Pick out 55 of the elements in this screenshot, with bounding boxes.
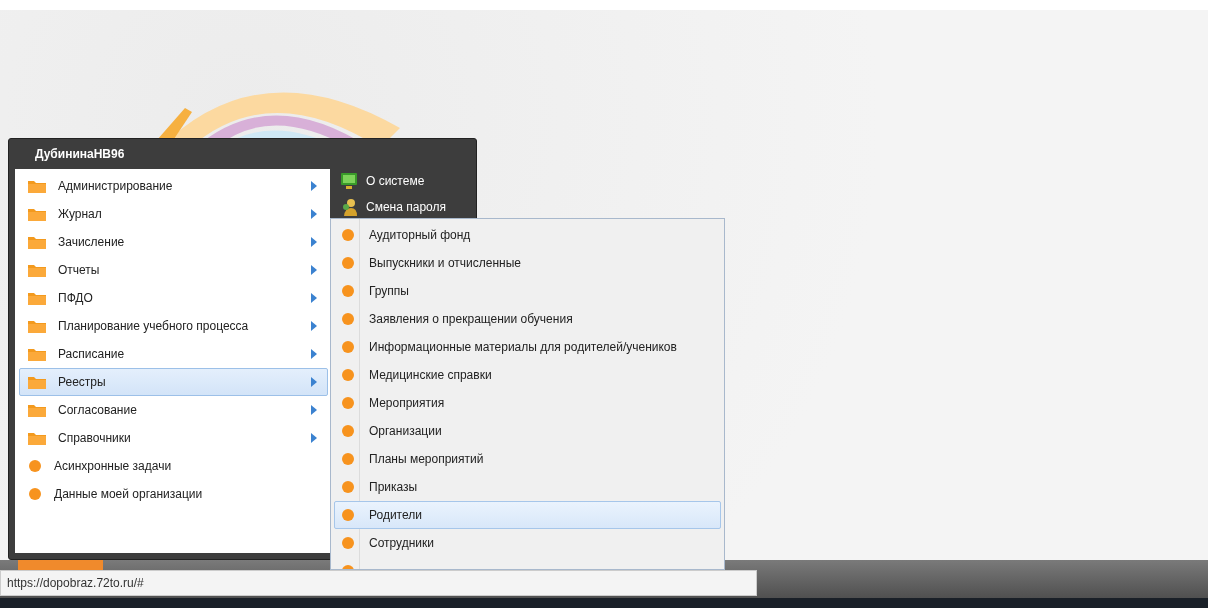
submenu-item[interactable]: Выпускники и отчисленные bbox=[334, 249, 721, 277]
menu-item[interactable]: Справочники bbox=[19, 424, 328, 452]
menu-item[interactable]: Данные моей организации bbox=[19, 480, 328, 508]
dot-icon bbox=[341, 536, 355, 550]
start-button[interactable] bbox=[18, 560, 103, 570]
folder-icon bbox=[28, 319, 46, 333]
dot-icon bbox=[341, 424, 355, 438]
dot-icon bbox=[341, 480, 355, 494]
status-url: https://dopobraz.72to.ru/# bbox=[0, 570, 757, 596]
menu-item[interactable]: Отчеты bbox=[19, 256, 328, 284]
dot-icon bbox=[341, 452, 355, 466]
menu-item[interactable]: Администрирование bbox=[19, 172, 328, 200]
submenu-item[interactable]: Группы bbox=[334, 277, 721, 305]
menu-item[interactable]: Расписание bbox=[19, 340, 328, 368]
dot-icon bbox=[341, 396, 355, 410]
folder-icon bbox=[28, 403, 46, 417]
dot-icon bbox=[341, 508, 355, 522]
submenu-item[interactable]: Информационные материалы для родителей/учеников bbox=[334, 333, 721, 361]
users-icon bbox=[340, 198, 358, 216]
dot-icon bbox=[28, 487, 42, 501]
folder-icon bbox=[28, 207, 46, 221]
folder-icon bbox=[28, 347, 46, 361]
dot-icon bbox=[341, 228, 355, 242]
menu-item[interactable]: Планирование учебного процесса bbox=[19, 312, 328, 340]
submenu-item[interactable]: Заявления о прекращении обучения bbox=[334, 305, 721, 333]
user-name: ДубининаНВ96 bbox=[34, 146, 126, 163]
dot-icon bbox=[341, 256, 355, 270]
folder-icon bbox=[28, 431, 46, 445]
folder-icon bbox=[28, 179, 46, 193]
menu-item[interactable]: Зачисление bbox=[19, 228, 328, 256]
folder-icon bbox=[28, 235, 46, 249]
submenu-item[interactable]: Приказы bbox=[334, 473, 721, 501]
dot-icon bbox=[341, 340, 355, 354]
menu-item[interactable]: Асинхронные задачи bbox=[19, 452, 328, 480]
dot-icon bbox=[341, 284, 355, 298]
submenu-item[interactable]: Аудиторный фонд bbox=[334, 221, 721, 249]
menu-item[interactable]: Реестры bbox=[19, 368, 328, 396]
submenu-item[interactable]: Мероприятия bbox=[334, 389, 721, 417]
folder-icon bbox=[28, 263, 46, 277]
folder-icon bbox=[28, 291, 46, 305]
side-link[interactable]: Смена пароля bbox=[340, 195, 446, 219]
dot-icon bbox=[341, 312, 355, 326]
menu-item[interactable]: Журнал bbox=[19, 200, 328, 228]
submenu-item[interactable]: Сотрудники bbox=[334, 529, 721, 557]
submenu-item[interactable]: Организации bbox=[334, 417, 721, 445]
dot-icon bbox=[341, 368, 355, 382]
menu-item[interactable]: ПФДО bbox=[19, 284, 328, 312]
submenu-item[interactable]: Родители bbox=[334, 501, 721, 529]
submenu-item[interactable]: Планы мероприятий bbox=[334, 445, 721, 473]
menu-item[interactable]: Согласование bbox=[19, 396, 328, 424]
dot-icon bbox=[28, 459, 42, 473]
monitor-icon bbox=[340, 172, 358, 190]
submenu-item[interactable]: Медицинские справки bbox=[334, 361, 721, 389]
side-link[interactable]: О системе bbox=[340, 169, 446, 193]
folder-icon bbox=[28, 375, 46, 389]
